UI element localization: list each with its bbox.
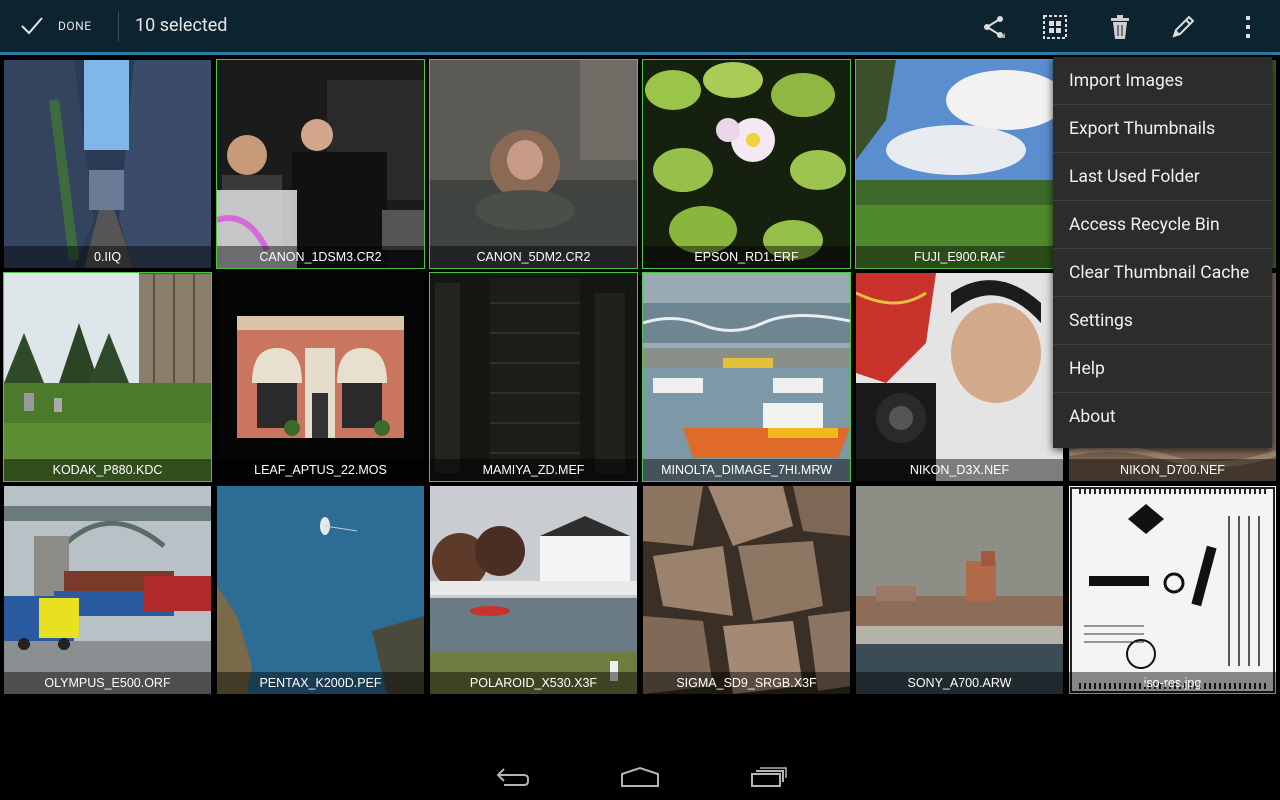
selection-count: 10 selected [135,15,228,36]
thumbnail-caption: NIKON_D3X.NEF [856,459,1063,481]
overflow-menu-icon[interactable] [1231,10,1265,44]
delete-icon[interactable] [1103,10,1137,44]
thumbnail-caption: OLYMPUS_E500.ORF [4,672,211,694]
recent-apps-icon[interactable] [739,760,799,794]
done-button[interactable]: DONE [0,0,118,52]
action-bar: DONE 10 selected [0,0,1280,55]
edit-icon[interactable] [1166,10,1200,44]
thumbnail-tile[interactable]: CANON_5DM2.CR2 [429,59,638,269]
navigation-bar [0,752,1280,800]
thumbnail-tile[interactable]: iso-res.jpg [1069,486,1276,694]
thumbnail-tile[interactable]: MINOLTA_DIMAGE_7HI.MRW [642,272,851,482]
action-bar-underline [0,52,1280,55]
menu-item-access-recycle-bin[interactable]: Access Recycle Bin [1053,201,1272,249]
thumbnail-tile[interactable]: EPSON_RD1.ERF [642,59,851,269]
thumbnail-tile[interactable]: KODAK_P880.KDC [3,272,212,482]
thumbnail-tile[interactable]: PENTAX_K200D.PEF [217,486,424,694]
checkmark-icon [21,17,43,35]
thumbnail-caption: LEAF_APTUS_22.MOS [217,459,424,481]
action-bar-divider [118,12,119,42]
thumbnail-caption: MAMIYA_ZD.MEF [430,459,637,481]
thumbnail-caption: EPSON_RD1.ERF [643,246,850,268]
thumbnail-tile[interactable]: FUJI_E900.RAF [855,59,1064,269]
menu-item-export-thumbnails[interactable]: Export Thumbnails [1053,105,1272,153]
back-icon[interactable] [482,760,542,794]
menu-item-import-images[interactable]: Import Images [1053,57,1272,105]
thumbnail-caption: SIGMA_SD9_SRGB.X3F [643,672,850,694]
thumbnail-caption: MINOLTA_DIMAGE_7HI.MRW [643,459,850,481]
thumbnail-caption: CANON_5DM2.CR2 [430,246,637,268]
menu-item-about[interactable]: About [1053,393,1272,441]
thumbnail-tile[interactable]: SIGMA_SD9_SRGB.X3F [643,486,850,694]
thumbnail-tile[interactable]: MAMIYA_ZD.MEF [429,272,638,482]
home-icon[interactable] [610,760,670,794]
select-all-icon[interactable] [1038,10,1072,44]
thumbnail-caption: iso-res.jpg [1069,672,1276,694]
thumbnail-tile[interactable]: NIKON_D3X.NEF [856,273,1063,481]
thumbnail-caption: NIKON_D700.NEF [1069,459,1276,481]
thumbnail-caption: KODAK_P880.KDC [4,459,211,481]
thumbnail-tile[interactable]: LEAF_APTUS_22.MOS [217,273,424,481]
thumbnail-tile[interactable]: 0.IIQ [4,60,211,268]
menu-item-help[interactable]: Help [1053,345,1272,393]
menu-item-clear-thumbnail-cache[interactable]: Clear Thumbnail Cache [1053,249,1272,297]
share-icon[interactable] [977,10,1011,44]
thumbnail-caption: SONY_A700.ARW [856,672,1063,694]
thumbnail-tile[interactable]: CANON_1DSM3.CR2 [216,59,425,269]
menu-item-last-used-folder[interactable]: Last Used Folder [1053,153,1272,201]
menu-item-settings[interactable]: Settings [1053,297,1272,345]
thumbnail-caption: FUJI_E900.RAF [856,246,1063,268]
thumbnail-tile[interactable]: SONY_A700.ARW [856,486,1063,694]
thumbnail-caption: PENTAX_K200D.PEF [217,672,424,694]
thumbnail-tile[interactable]: OLYMPUS_E500.ORF [4,486,211,694]
done-label: DONE [58,19,92,33]
thumbnail-caption: CANON_1DSM3.CR2 [217,246,424,268]
overflow-menu: Import Images Export Thumbnails Last Use… [1053,57,1272,448]
thumbnail-tile[interactable]: POLAROID_X530.X3F [430,486,637,694]
thumbnail-caption: POLAROID_X530.X3F [430,672,637,694]
thumbnail-caption: 0.IIQ [4,246,211,268]
